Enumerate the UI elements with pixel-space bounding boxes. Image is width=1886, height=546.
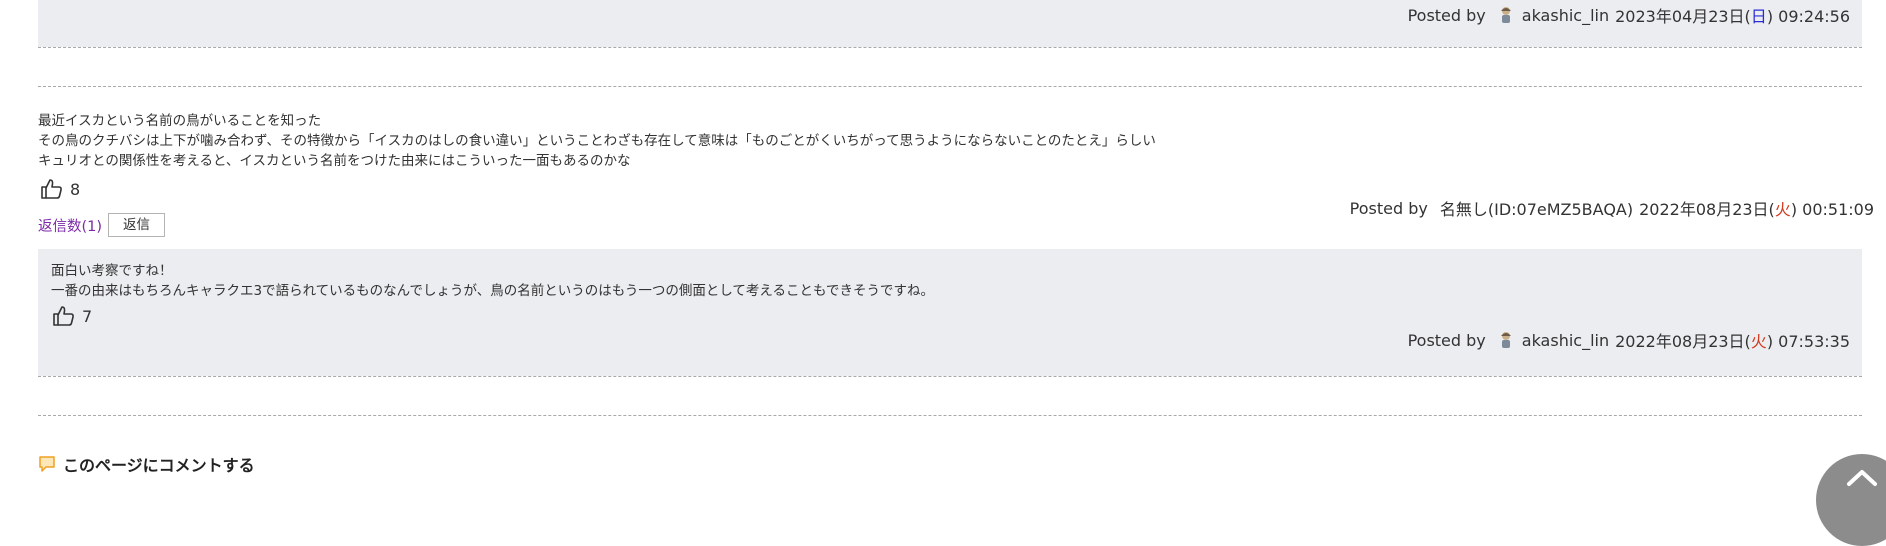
divider: [38, 415, 1862, 416]
like-count: 8: [70, 179, 81, 199]
thumbs-up-icon: [53, 306, 74, 326]
reply-actions: 返信数(1) 返信: [38, 213, 166, 237]
author-name: 名無し(ID:07eMZ5BAQA): [1439, 200, 1634, 219]
reply-line: 面白い考察ですね！: [51, 263, 173, 279]
reply-block: 面白い考察ですね！ 一番の由来はもちろんキャラクエ3で語られているものなんでしょ…: [38, 249, 1862, 376]
thumbs-up-icon: [41, 179, 62, 199]
scroll-to-top-icon: [1847, 470, 1877, 486]
reply-meta: Posted by akashic_lin 2022年08月23日(火) 07:…: [1408, 328, 1850, 352]
scroll-to-top-button[interactable]: [1816, 454, 1886, 546]
reply-meta: Posted by akashic_lin 2023年04月23日(日) 09:…: [1408, 3, 1850, 27]
comment-line: その鳥のクチバシは上下が噛み合わず、その特徴から「イスカのはしの食い違い」という…: [38, 133, 1156, 149]
comment-section-heading: このページにコメントする: [38, 452, 255, 476]
weekday: 火: [1774, 200, 1791, 219]
comment-body: 最近イスカという名前の鳥がいることを知った その鳥のクチバシは上下が噛み合わず、…: [38, 111, 1156, 171]
author-name[interactable]: akashic_lin: [1522, 331, 1609, 350]
author-name[interactable]: akashic_lin: [1522, 6, 1609, 25]
reply-body: 面白い考察ですね！ 一番の由来はもちろんキャラクエ3で語られているものなんでしょ…: [51, 261, 934, 301]
like-button[interactable]: 7: [52, 304, 92, 328]
user-avatar-icon[interactable]: [1498, 6, 1514, 24]
like-button[interactable]: 8: [40, 177, 80, 201]
speech-bubble-icon: [39, 456, 55, 472]
reply-line: 一番の由来はもちろんキャラクエ3で語られているものなんでしょうが、鳥の名前という…: [51, 283, 934, 299]
weekday: 日: [1750, 7, 1767, 26]
post-date: 2022年08月23日(火) 00:51:09: [1639, 200, 1874, 219]
divider: [38, 86, 1862, 87]
divider: [38, 47, 1862, 48]
section-title: このページにコメントする: [63, 456, 255, 475]
weekday: 火: [1750, 332, 1767, 351]
comment-line: 最近イスカという名前の鳥がいることを知った: [38, 113, 322, 129]
reply-button[interactable]: 返信: [108, 213, 166, 237]
like-count: 7: [82, 306, 93, 326]
posted-by-label: Posted by: [1407, 330, 1486, 350]
comment-line: キュリオとの関係性を考えると、イスカという名前をつけた由来にはこういった一面もあ…: [38, 153, 631, 169]
posted-by-label: Posted by: [1349, 198, 1428, 218]
top-reply-block: Posted by akashic_lin 2023年04月23日(日) 09:…: [38, 0, 1862, 47]
post-date: 2022年08月23日(火) 07:53:35: [1615, 332, 1850, 351]
posted-by-label: Posted by: [1407, 5, 1486, 25]
user-avatar-icon[interactable]: [1498, 331, 1514, 349]
comment-meta: Posted by 名無し(ID:07eMZ5BAQA) 2022年08月23日…: [1350, 196, 1874, 220]
reply-count-link[interactable]: 返信数(1): [38, 215, 102, 236]
post-date: 2023年04月23日(日) 09:24:56: [1615, 7, 1850, 26]
divider: [38, 376, 1862, 377]
